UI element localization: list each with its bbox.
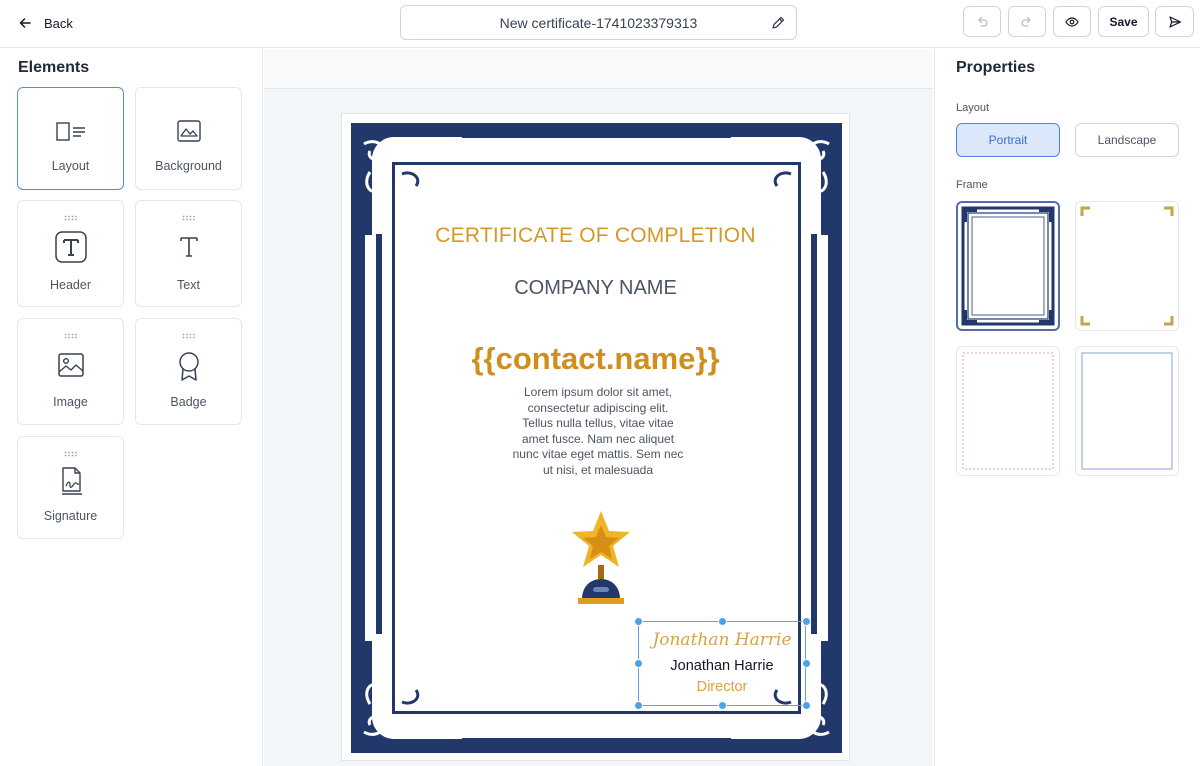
save-label: Save bbox=[1109, 14, 1138, 29]
header-text-icon bbox=[54, 231, 87, 263]
element-label: Signature bbox=[43, 509, 98, 523]
gold-corners-thumbnail bbox=[1080, 206, 1174, 326]
text-icon bbox=[179, 237, 198, 257]
drag-handle-icon[interactable] bbox=[64, 333, 78, 339]
body-line: nunc vitae eget mattis. Sem nec bbox=[512, 447, 684, 461]
drag-handle-icon[interactable] bbox=[64, 451, 78, 457]
body-line: Lorem ipsum dolor sit amet, bbox=[523, 385, 673, 399]
properties-panel-title: Properties bbox=[956, 59, 1036, 76]
signer-role: Director bbox=[696, 679, 748, 695]
frame-option-thin[interactable] bbox=[1075, 346, 1179, 476]
body-line: Tellus nulla tellus, vitae vitae bbox=[522, 416, 674, 430]
element-label: Image bbox=[53, 395, 88, 409]
element-header[interactable]: Header bbox=[17, 200, 124, 307]
undo-icon bbox=[978, 16, 988, 27]
properties-panel: Properties Layout Portrait Landscape Fra… bbox=[934, 49, 1200, 766]
frame-section-label: Frame bbox=[956, 179, 988, 191]
badge-icon bbox=[178, 352, 199, 381]
elements-panel: Elements Layout Background Header Text I… bbox=[0, 49, 263, 766]
resize-handle-bottom-right[interactable] bbox=[802, 701, 811, 710]
star-trophy-badge[interactable] bbox=[568, 509, 634, 607]
recipient-name-placeholder[interactable]: {{contact.name}} bbox=[342, 341, 849, 377]
canvas-header bbox=[264, 49, 933, 89]
element-background[interactable]: Background bbox=[135, 87, 242, 190]
element-label: Background bbox=[155, 159, 222, 173]
save-button[interactable]: Save bbox=[1098, 6, 1149, 37]
elements-panel-title: Elements bbox=[18, 59, 90, 76]
element-label: Badge bbox=[170, 395, 207, 409]
redo-icon bbox=[1021, 16, 1031, 27]
undo-button[interactable] bbox=[963, 6, 1001, 37]
back-label: Back bbox=[44, 15, 73, 31]
element-image[interactable]: Image bbox=[17, 318, 124, 425]
certificate-title[interactable]: CERTIFICATE OF COMPLETION bbox=[342, 224, 849, 248]
thin-frame-thumbnail bbox=[1081, 352, 1173, 470]
resize-handle-top-left[interactable] bbox=[634, 617, 643, 626]
eye-icon bbox=[1065, 16, 1079, 27]
signature-block-selected[interactable]: Jonathan Harrie Jonathan Harrie Director bbox=[634, 617, 811, 710]
element-signature[interactable]: Signature bbox=[17, 436, 124, 539]
layout-landscape-button[interactable]: Landscape bbox=[1075, 123, 1179, 157]
drag-handle-icon[interactable] bbox=[182, 333, 196, 339]
layout-section-label: Layout bbox=[956, 102, 990, 114]
signer-name: Jonathan Harrie bbox=[670, 658, 774, 674]
certificate-body-text[interactable]: Lorem ipsum dolor sit amet, consectetur … bbox=[502, 385, 694, 478]
layout-icon bbox=[55, 122, 85, 141]
ornate-frame-thumbnail bbox=[961, 206, 1055, 326]
frame-option-gold-corners[interactable] bbox=[1075, 201, 1179, 331]
frame-option-dotted[interactable] bbox=[956, 346, 1060, 476]
resize-handle-left[interactable] bbox=[634, 659, 643, 668]
drag-handle-icon[interactable] bbox=[182, 215, 196, 221]
preview-button[interactable] bbox=[1053, 6, 1091, 37]
document-title-field[interactable]: New certificate-1741023379313 bbox=[400, 5, 797, 40]
drag-handle-icon[interactable] bbox=[64, 215, 78, 221]
element-label: Text bbox=[177, 278, 200, 292]
image-icon bbox=[57, 353, 84, 377]
certificate-page[interactable]: CERTIFICATE OF COMPLETION COMPANY NAME {… bbox=[341, 113, 850, 761]
resize-handle-bottom[interactable] bbox=[718, 701, 727, 710]
top-bar: Back New certificate-1741023379313 Save bbox=[0, 0, 1200, 48]
send-button[interactable] bbox=[1155, 6, 1194, 37]
editor-canvas[interactable]: CERTIFICATE OF COMPLETION COMPANY NAME {… bbox=[264, 49, 933, 766]
resize-handle-top[interactable] bbox=[718, 617, 727, 626]
resize-handle-right[interactable] bbox=[802, 659, 811, 668]
resize-handle-top-right[interactable] bbox=[802, 617, 811, 626]
signature-icon bbox=[61, 467, 82, 495]
dotted-frame-thumbnail bbox=[962, 352, 1054, 470]
company-name[interactable]: COMPANY NAME bbox=[342, 277, 849, 300]
resize-handle-bottom-left[interactable] bbox=[634, 701, 643, 710]
element-label: Header bbox=[50, 278, 91, 292]
body-line: consectetur adipiscing elit. bbox=[527, 400, 669, 415]
redo-button[interactable] bbox=[1008, 6, 1046, 37]
body-line: amet fusce. Nam nec aliquet bbox=[521, 431, 675, 446]
arrow-left-icon bbox=[19, 18, 31, 28]
element-layout[interactable]: Layout bbox=[17, 87, 124, 190]
back-button[interactable]: Back bbox=[12, 10, 79, 36]
layout-portrait-button[interactable]: Portrait bbox=[956, 123, 1060, 157]
frame-option-ornate[interactable] bbox=[956, 201, 1060, 331]
pencil-icon[interactable] bbox=[770, 15, 786, 31]
send-icon bbox=[1168, 15, 1181, 28]
element-label: Layout bbox=[51, 159, 90, 173]
body-line: ut nisi, et malesuada bbox=[542, 462, 654, 477]
element-text[interactable]: Text bbox=[135, 200, 242, 307]
element-badge[interactable]: Badge bbox=[135, 318, 242, 425]
document-title: New certificate-1741023379313 bbox=[499, 14, 698, 31]
signature-script: Jonathan Harrie bbox=[652, 630, 792, 650]
background-image-icon bbox=[176, 120, 201, 142]
